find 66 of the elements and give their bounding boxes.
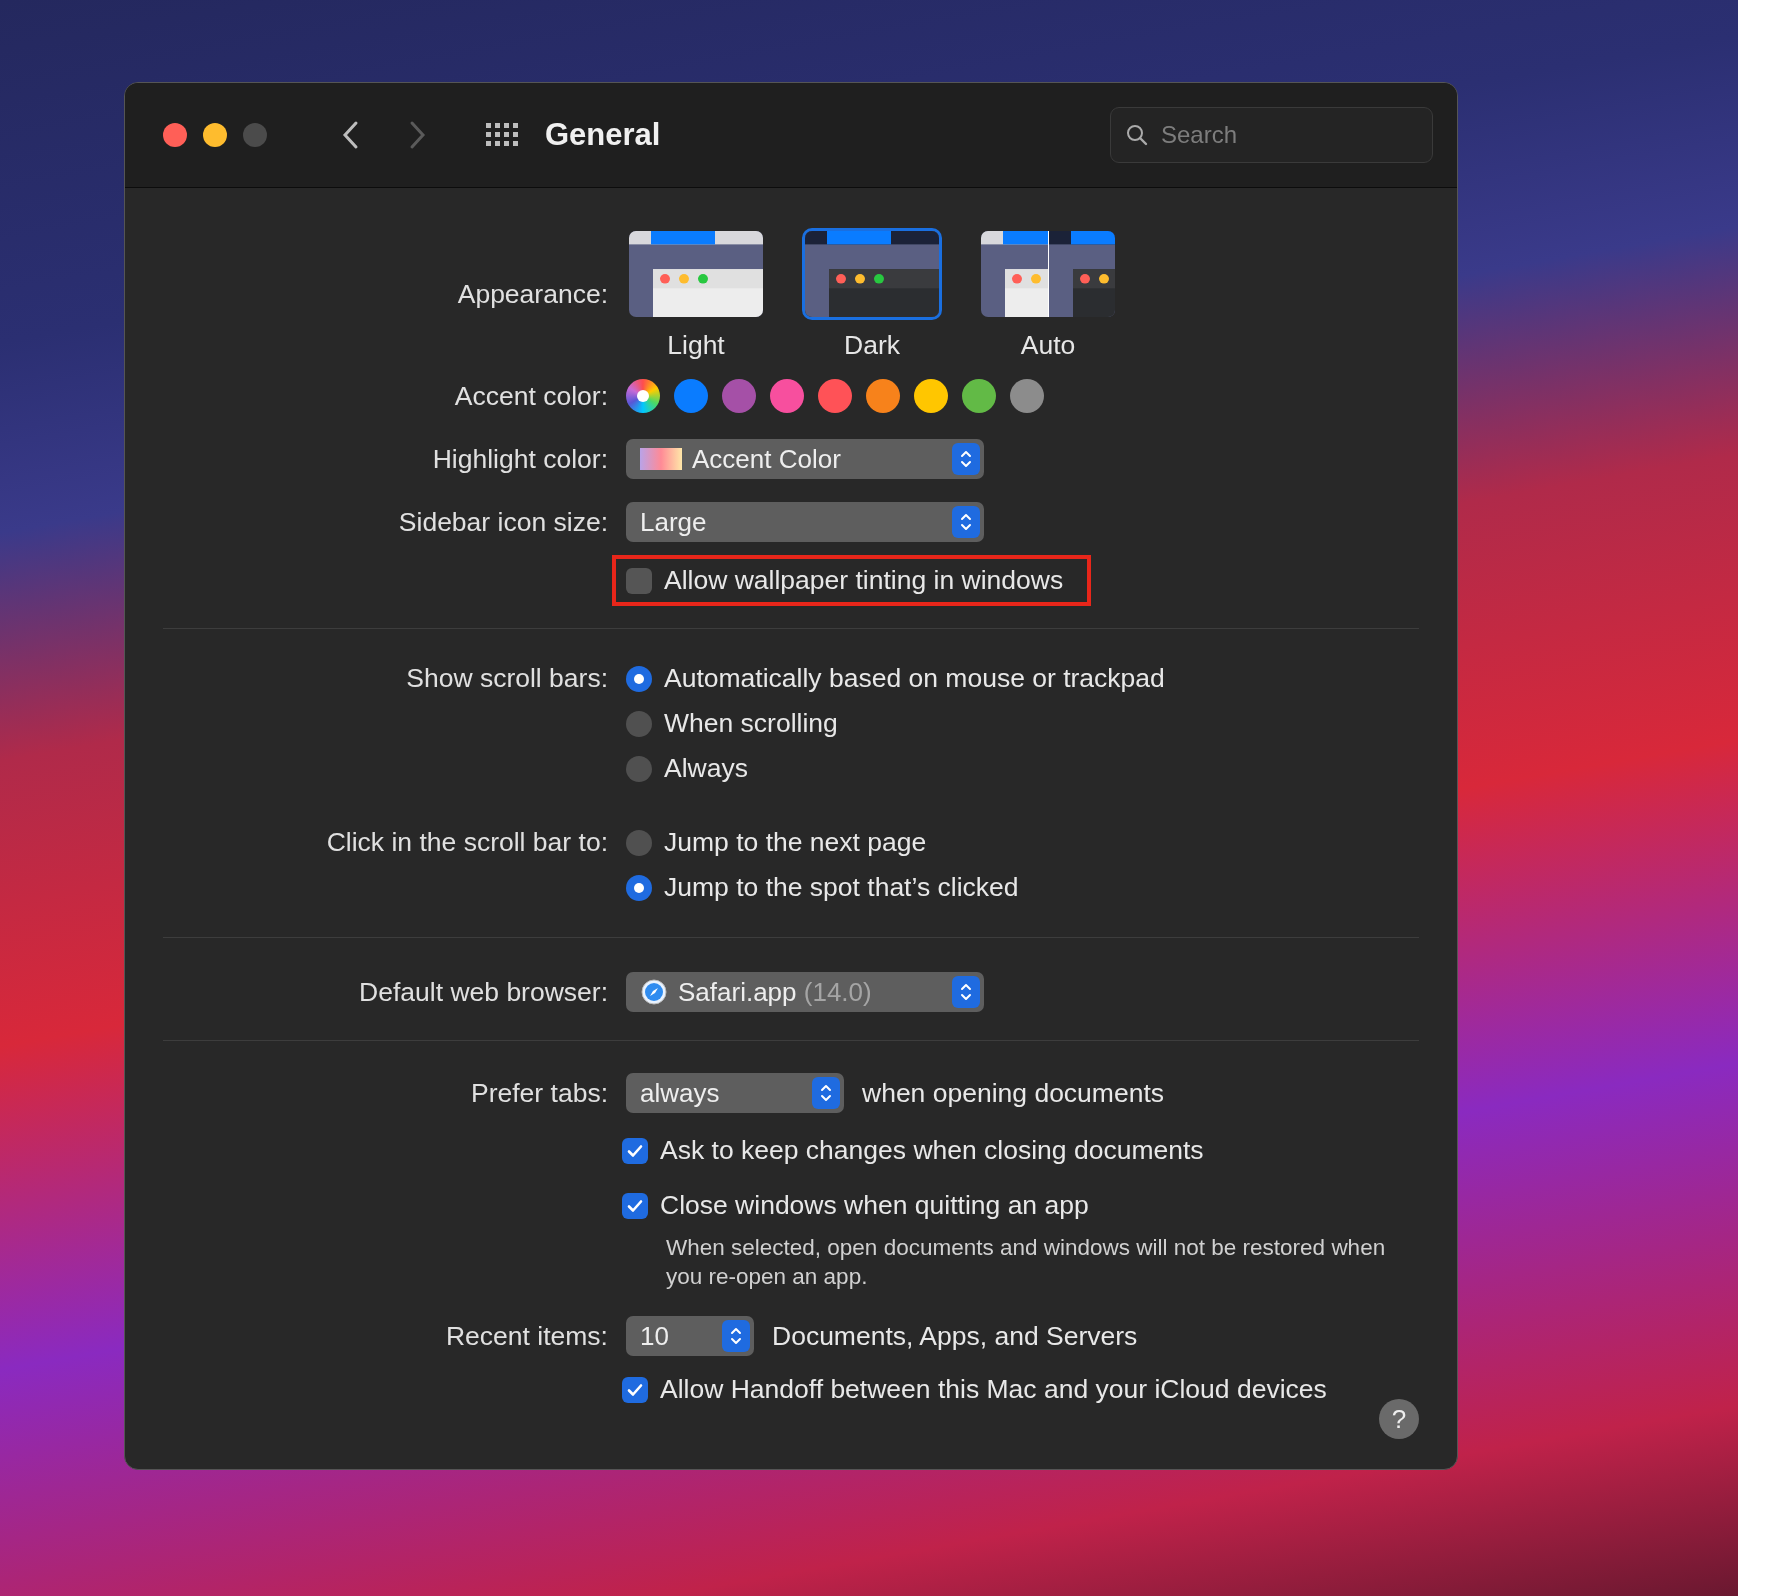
checkbox-label: Allow wallpaper tinting in windows: [664, 565, 1064, 596]
radio-button[interactable]: [626, 755, 652, 782]
appearance-option-label: Light: [667, 330, 725, 361]
checkbox[interactable]: [622, 1192, 648, 1219]
search-icon: [1125, 123, 1149, 147]
radio-label: Automatically based on mouse or trackpad: [664, 663, 1165, 694]
accent-color-swatch[interactable]: [866, 379, 900, 413]
window-title: General: [545, 117, 661, 153]
suffix-text: Documents, Apps, and Servers: [772, 1320, 1138, 1352]
checkbox[interactable]: [622, 1137, 648, 1164]
radio-label: Jump to the spot that’s clicked: [664, 872, 1019, 903]
accent-color-swatch[interactable]: [1010, 379, 1044, 413]
field-label: Show scroll bars:: [406, 663, 608, 694]
appearance-option-label: Auto: [1020, 330, 1076, 361]
accent-color-swatch[interactable]: [722, 379, 756, 413]
stepper-arrows-icon: [959, 448, 973, 470]
stepper-arrows-icon: [959, 511, 973, 533]
prefer-tabs-dropdown[interactable]: always: [626, 1073, 844, 1113]
checkbox-label: Close windows when quitting an app: [660, 1190, 1089, 1221]
field-label: Appearance:: [457, 279, 608, 310]
checkbox[interactable]: [626, 567, 652, 594]
accent-color-swatch[interactable]: [962, 379, 996, 413]
sidebar-icon-size-dropdown[interactable]: Large: [626, 502, 984, 542]
chevron-left-icon: [341, 120, 359, 150]
radio-button[interactable]: [626, 874, 652, 901]
accent-color-swatch[interactable]: [770, 379, 804, 413]
radio-button[interactable]: [626, 829, 652, 856]
close-icon[interactable]: [163, 123, 187, 147]
appearance-option-label: Dark: [844, 330, 900, 361]
default-browser-dropdown[interactable]: Safari.app (14.0): [626, 972, 984, 1012]
radio-label: When scrolling: [664, 708, 838, 739]
help-button[interactable]: ?: [1379, 1399, 1419, 1439]
checkbox[interactable]: [622, 1376, 648, 1403]
accent-color-swatch[interactable]: [674, 379, 708, 413]
suffix-text: when opening documents: [862, 1077, 1165, 1109]
field-label: Accent color:: [454, 380, 608, 412]
accent-color-swatch[interactable]: [626, 379, 660, 413]
minimize-icon[interactable]: [203, 123, 227, 147]
help-note: When selected, open documents and windows will not be restored when you re-open an app.: [666, 1234, 1386, 1291]
chevron-right-icon: [409, 120, 427, 150]
stepper-arrows-icon: [819, 1082, 833, 1104]
accent-color-swatch[interactable]: [818, 379, 852, 413]
field-label: Default web browser:: [359, 976, 608, 1008]
back-button[interactable]: [341, 120, 359, 150]
field-label: Prefer tabs:: [471, 1077, 608, 1109]
accent-color-swatch[interactable]: [914, 379, 948, 413]
grid-icon: [485, 122, 519, 148]
gradient-swatch-icon: [640, 448, 682, 470]
compass-icon: [640, 978, 668, 1006]
field-label: Sidebar icon size:: [398, 506, 608, 538]
field-label: Recent items:: [446, 1320, 608, 1352]
highlight-color-dropdown[interactable]: Accent Color: [626, 439, 984, 479]
checkbox-label: Ask to keep changes when closing documents: [660, 1135, 1204, 1166]
radio-button[interactable]: [626, 665, 652, 692]
stepper-arrows-icon: [959, 981, 973, 1003]
show-all-button[interactable]: [485, 122, 519, 148]
recent-items-stepper[interactable]: 10: [626, 1316, 754, 1356]
radio-label: Jump to the next page: [664, 827, 927, 858]
field-label: Highlight color:: [432, 443, 608, 475]
field-label: Click in the scroll bar to:: [326, 827, 608, 858]
radio-button[interactable]: [626, 710, 652, 737]
radio-label: Always: [664, 753, 748, 784]
stepper-arrows-icon: [729, 1325, 743, 1347]
search-field[interactable]: Search: [1110, 107, 1433, 163]
checkbox-label: Allow Handoff between this Mac and your iCloud devices: [660, 1374, 1327, 1405]
search-input[interactable]: Search: [1159, 120, 1403, 150]
